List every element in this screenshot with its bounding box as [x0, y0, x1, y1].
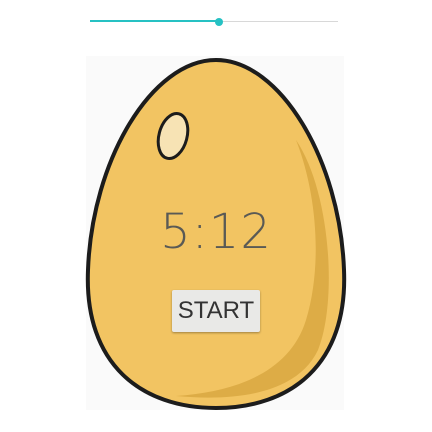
start-button[interactable]: START: [172, 290, 260, 332]
egg-timer-screen: 5:12 START: [0, 0, 432, 432]
timer-display: 5:12: [160, 204, 272, 260]
